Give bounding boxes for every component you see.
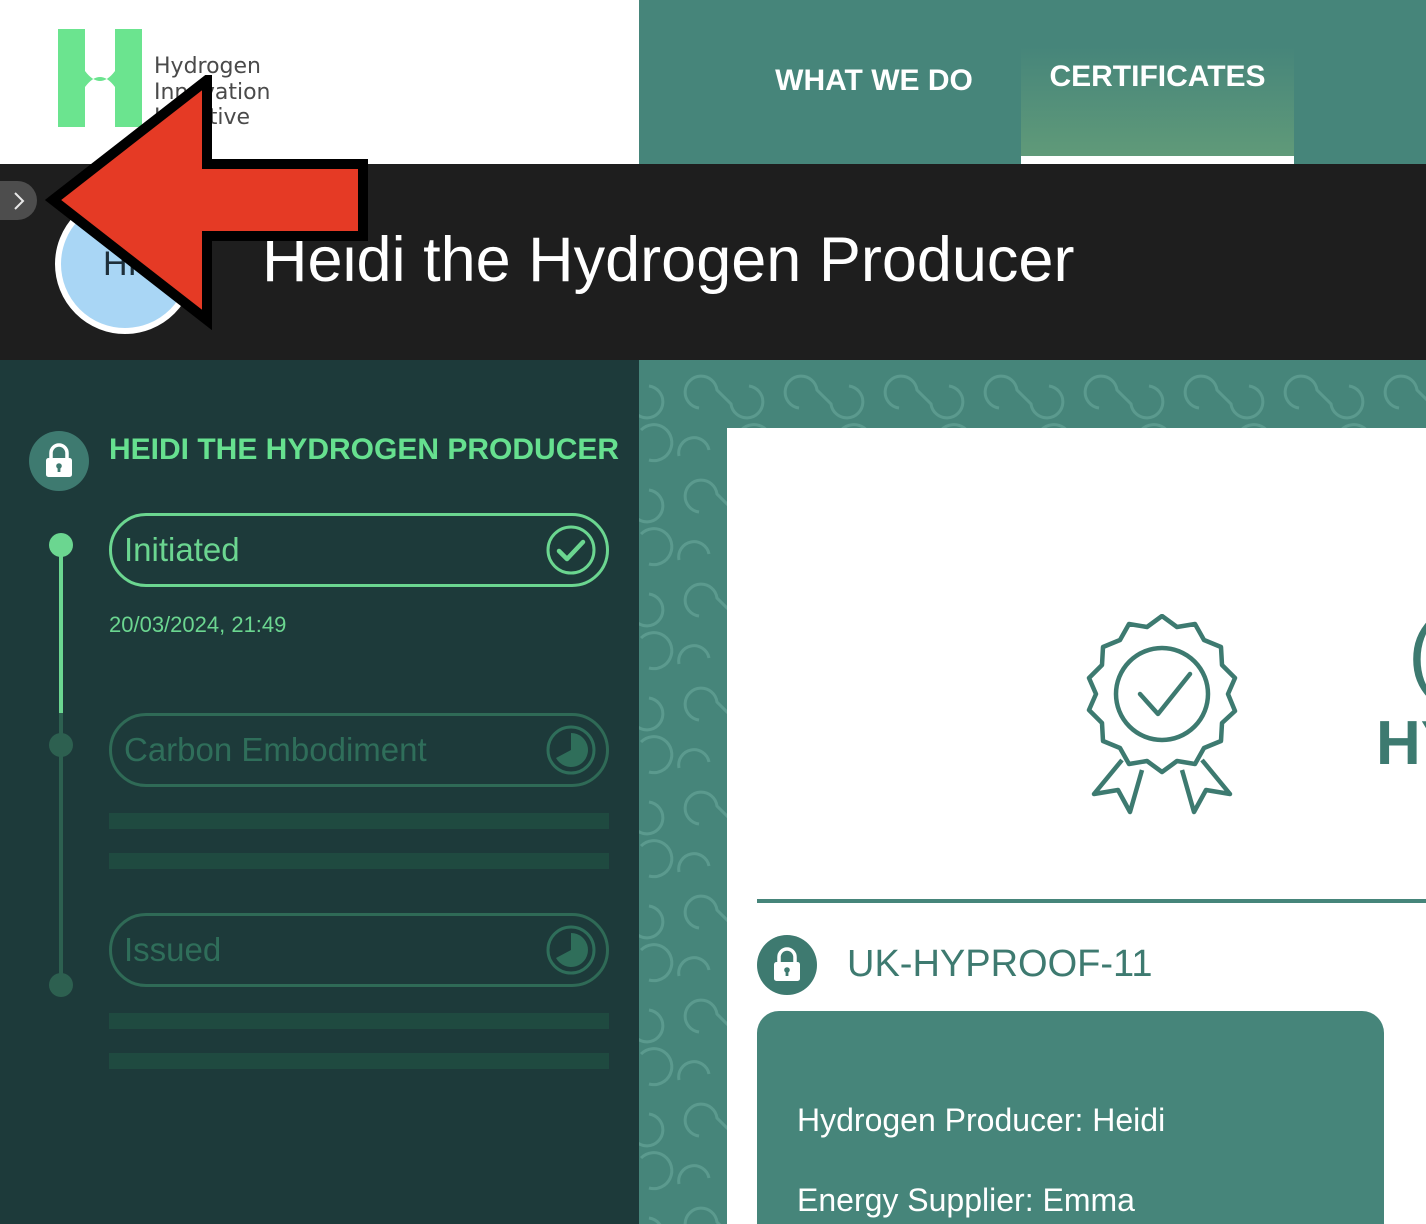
step-label: Carbon Embodiment [124, 731, 427, 768]
certificate-partial-glyph: ( [1408, 604, 1426, 701]
timeline-progress [59, 545, 63, 713]
nav-certificates[interactable]: CERTIFICATES [1021, 0, 1294, 164]
check-circle-icon [546, 525, 596, 575]
timeline-dot-initiated [49, 533, 73, 557]
lock-icon [46, 443, 72, 477]
certificate-partial-heading: HY [1376, 709, 1426, 778]
placeholder-bar [109, 853, 609, 869]
step-timestamp: 20/03/2024, 21:49 [109, 612, 287, 637]
placeholder-bar [109, 813, 609, 829]
timeline-dot-carbon-embodiment [49, 733, 73, 757]
progress-panel [0, 360, 639, 1224]
placeholder-bar [109, 1053, 609, 1069]
pie-clock-icon [546, 725, 596, 775]
certificate-id: UK-HYPROOF-11 [847, 943, 1153, 985]
step-label: Initiated [124, 531, 240, 568]
award-rosette-icon [1086, 614, 1238, 815]
certificate-lock-badge [757, 935, 817, 995]
main-nav: WHAT WE DO CERTIFICATES [639, 0, 1426, 164]
red-arrow-annotation [44, 75, 368, 330]
progress-heading: HEIDI THE HYDROGEN PRODUCER [109, 433, 620, 466]
placeholder-bar [109, 1013, 609, 1029]
chevron-right-icon [13, 191, 24, 210]
supplier-detail: Energy Supplier: Emma [797, 1182, 1135, 1218]
nav-what-we-do[interactable]: WHAT WE DO [749, 0, 999, 164]
lock-icon [774, 947, 800, 981]
step-issued[interactable]: Issued [109, 913, 609, 987]
pie-clock-icon [546, 925, 596, 975]
certificate-divider [757, 899, 1426, 903]
step-label: Issued [124, 931, 222, 968]
page-title: Heidi the Hydrogen Producer [262, 225, 1075, 295]
producer-detail: Hydrogen Producer: Heidi [797, 1102, 1166, 1138]
step-initiated[interactable]: Initiated [109, 513, 609, 587]
timeline-dot-issued [49, 973, 73, 997]
step-carbon-embodiment[interactable]: Carbon Embodiment [109, 713, 609, 787]
lock-badge [29, 431, 89, 491]
